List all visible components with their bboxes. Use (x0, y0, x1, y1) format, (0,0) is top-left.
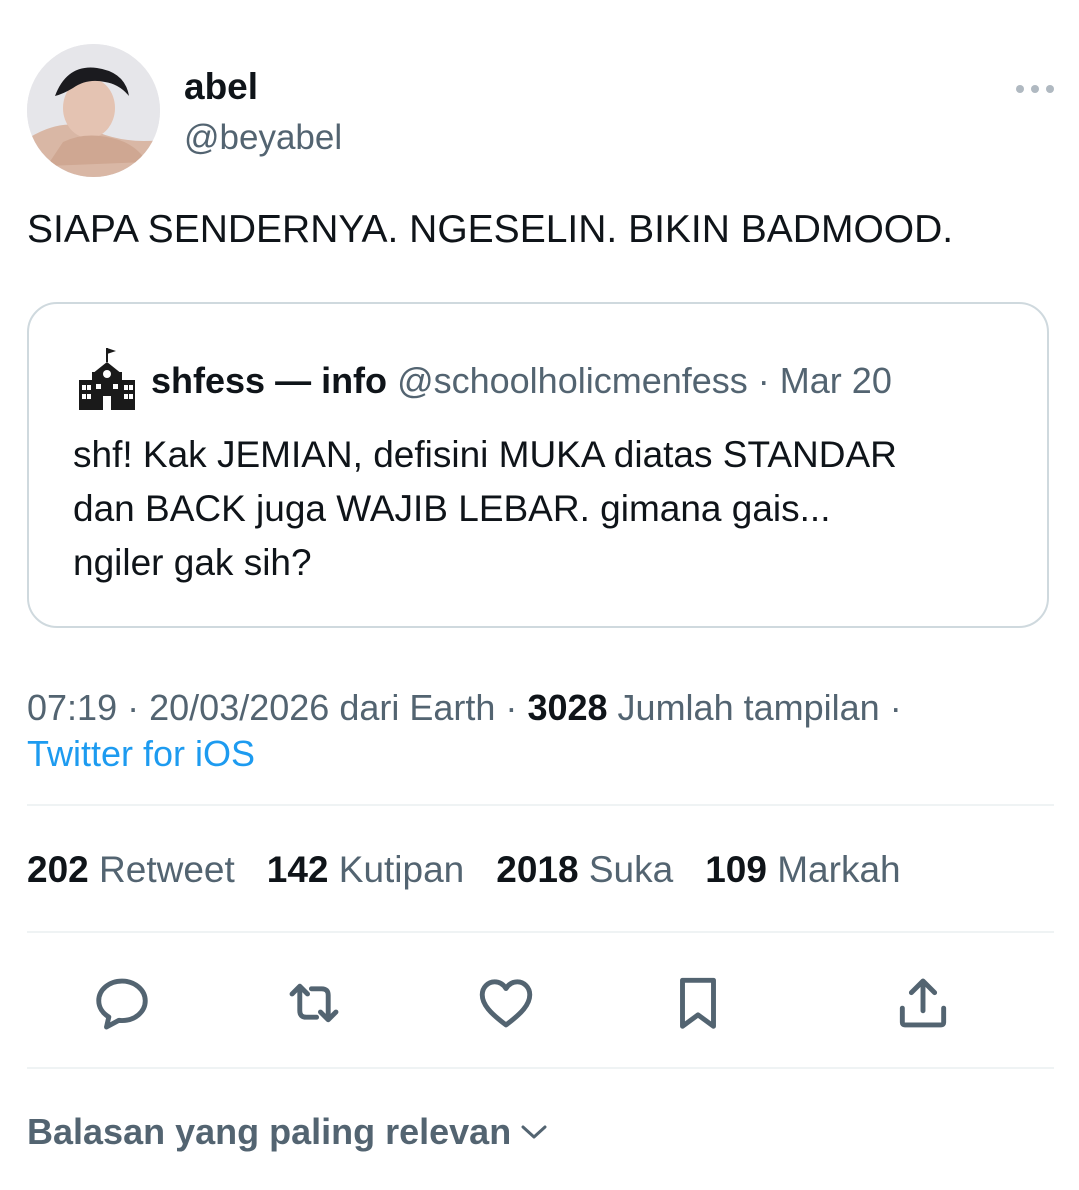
replies-sort-label: Balasan yang paling relevan (27, 1111, 512, 1152)
bookmark-icon (680, 977, 716, 1029)
avatar-photo (27, 44, 160, 177)
quoted-separator: · (757, 360, 770, 401)
quoted-author-name[interactable]: shfess — info (151, 360, 387, 401)
tweet-location: dari Earth (339, 687, 496, 728)
quoted-author-handle[interactable]: @schoolholicmenfess (397, 360, 748, 401)
stat-label: Suka (588, 849, 674, 890)
views-count: 3028 (527, 687, 608, 728)
views-label: Jumlah tampilan (617, 687, 880, 728)
tweet-meta: 07:19 · 20/03/2026 dari Earth · 3028 Jum… (27, 684, 1057, 732)
divider (27, 1067, 1054, 1069)
replies-sort-dropdown[interactable]: Balasan yang paling relevan (27, 1108, 547, 1156)
share-button[interactable] (888, 968, 958, 1038)
meta-separator: · (889, 687, 902, 728)
stat-label: Retweet (99, 849, 235, 890)
divider (27, 804, 1054, 806)
share-icon (899, 978, 947, 1028)
retweet-icon (289, 983, 339, 1023)
stat-likes[interactable]: 2018 Suka (496, 844, 673, 896)
stat-count: 142 (266, 849, 329, 890)
reply-bubble-icon (96, 978, 148, 1030)
stat-label: Kutipan (338, 849, 465, 890)
stat-bookmarks[interactable]: 109 Markah (705, 844, 900, 896)
stat-retweets[interactable]: 202 Retweet (27, 844, 235, 896)
meta-separator: · (505, 687, 518, 728)
heart-icon (479, 979, 533, 1028)
meta-separator: · (127, 687, 140, 728)
bookmark-button[interactable] (663, 968, 733, 1038)
more-horizontal-icon (1016, 85, 1054, 93)
source-link[interactable]: Twitter for iOS (27, 730, 255, 778)
chevron-down-icon (521, 1125, 547, 1139)
quoted-date[interactable]: Mar 20 (780, 360, 892, 401)
stat-count: 202 (27, 849, 89, 890)
retweet-button[interactable] (279, 968, 349, 1038)
like-button[interactable] (471, 968, 541, 1038)
reply-button[interactable] (87, 968, 157, 1038)
tweet-date[interactable]: 20/03/2026 (149, 687, 329, 728)
quoted-tweet-text: shf! Kak JEMIAN, defisini MUKA diatas ST… (73, 434, 897, 583)
tweet-time[interactable]: 07:19 (27, 687, 117, 728)
stat-quotes[interactable]: 142 Kutipan (267, 844, 465, 896)
tweet-text: SIAPA SENDERNYA. NGESELIN. BIKIN BADMOOD… (27, 208, 954, 251)
stat-label: Markah (777, 849, 901, 890)
author-avatar[interactable] (27, 44, 160, 177)
more-options-button[interactable] (1010, 76, 1060, 102)
author-handle[interactable]: @beyabel (184, 116, 342, 160)
stat-count: 2018 (496, 849, 579, 890)
engagement-stats: 202 Retweet 142 Kutipan 2018 Suka 109 Ma… (27, 844, 901, 896)
author-name[interactable]: abel (184, 64, 258, 110)
quoted-tweet-card[interactable]: shfess — info @schoolholicmenfess · Mar … (27, 302, 1049, 628)
divider (27, 931, 1054, 933)
stat-count: 109 (705, 849, 767, 890)
quoted-tweet-header: shfess — info @schoolholicmenfess · Mar … (151, 358, 892, 404)
school-building-icon (76, 344, 138, 414)
